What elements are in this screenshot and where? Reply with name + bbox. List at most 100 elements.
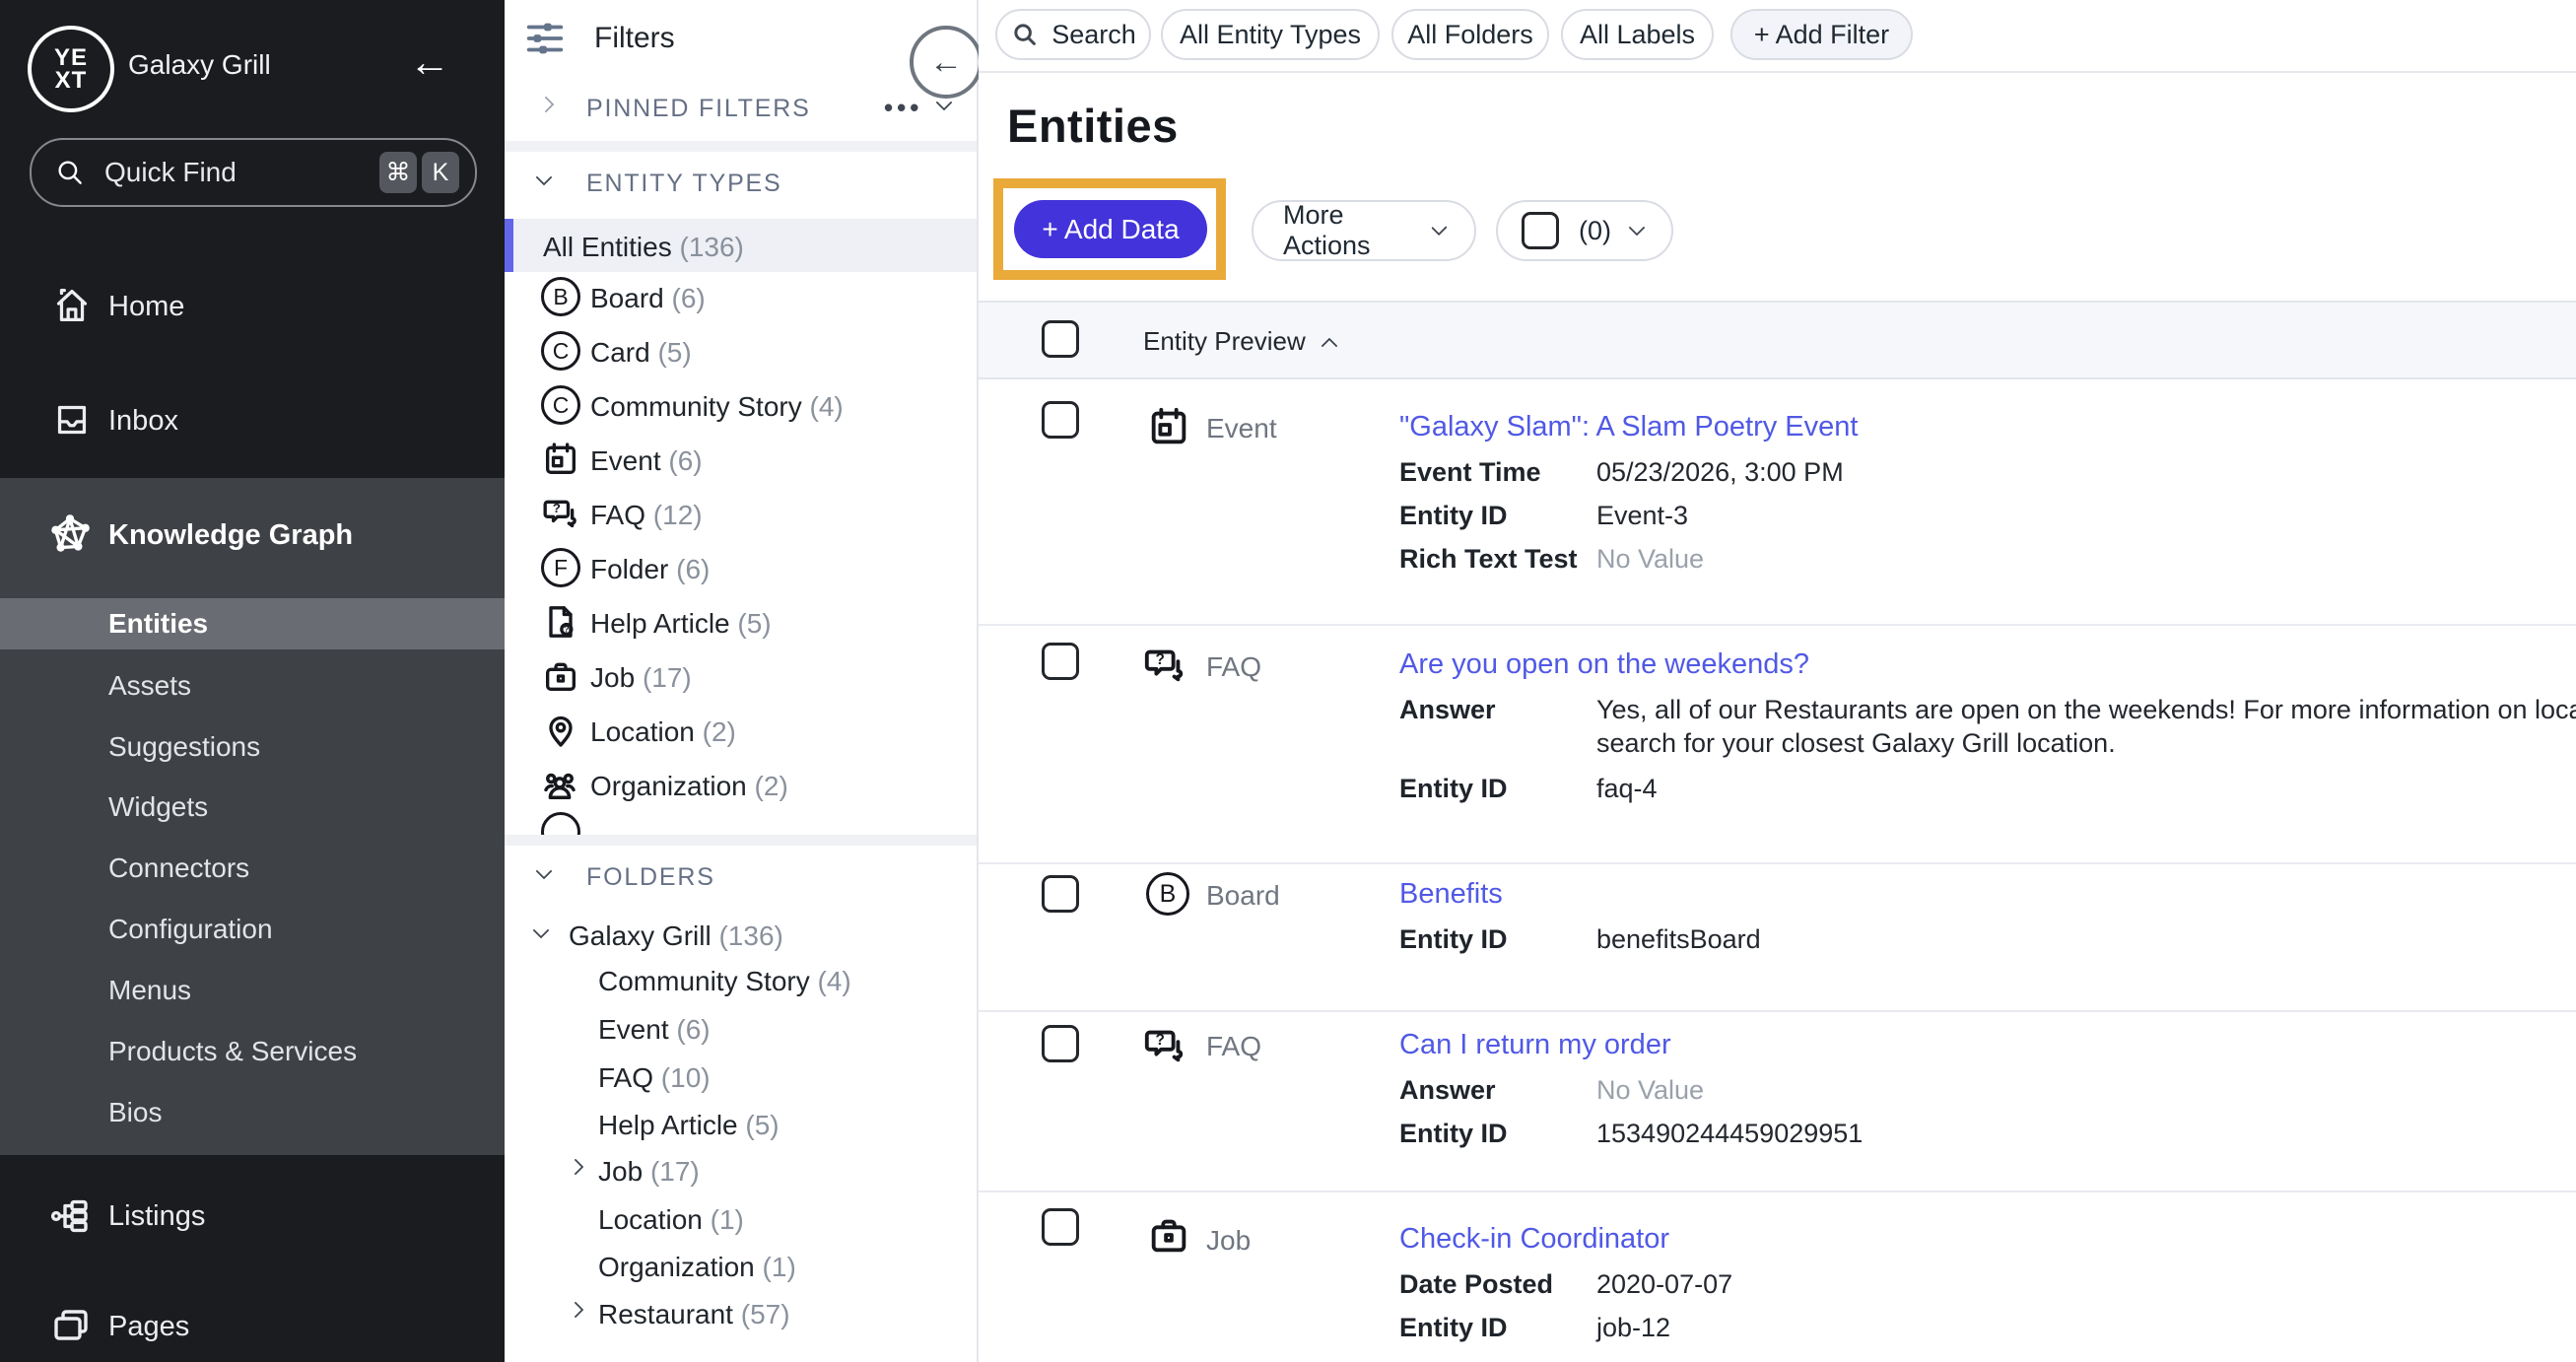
logo-text-bottom: XT — [55, 69, 88, 92]
all-entity-types-pill[interactable]: All Entity Types — [1161, 9, 1380, 60]
all-folders-pill[interactable]: All Folders — [1391, 9, 1549, 60]
entity-types-header[interactable]: ENTITY TYPES — [586, 170, 782, 198]
entity-link[interactable]: Are you open on the weekends? — [1399, 648, 1809, 681]
entity-type-help-article[interactable]: Help Article (5) — [590, 608, 772, 640]
field-value: No Value — [1596, 1075, 1704, 1106]
row-checkbox[interactable] — [1042, 875, 1079, 913]
field-label: Date Posted — [1399, 1269, 1553, 1300]
quick-find-placeholder: Quick Find — [104, 157, 237, 188]
job-folder-expand-icon[interactable] — [568, 1159, 584, 1176]
entity-type-organization[interactable]: Organization (2) — [590, 771, 788, 802]
page-title: Entities — [1007, 99, 1179, 153]
sidebar-item-widgets[interactable]: Widgets — [108, 791, 208, 823]
entity-link[interactable]: Benefits — [1399, 878, 1503, 911]
app-root: YE XT Galaxy Grill ← Quick Find ⌘ K Home… — [0, 0, 2576, 1362]
sidebar-item-inbox[interactable]: Inbox — [108, 405, 178, 438]
collapse-filters-button[interactable]: ← — [910, 26, 983, 99]
galaxy-grill-folder-collapse-icon[interactable] — [533, 922, 550, 939]
add-filter-pill[interactable]: + Add Filter — [1730, 9, 1913, 60]
row-checkbox[interactable] — [1042, 1025, 1079, 1062]
folder-type-icon: F — [541, 548, 580, 587]
field-value: 05/23/2026, 3:00 PM — [1596, 457, 1844, 488]
entity-preview-sort[interactable]: Entity Preview — [1143, 326, 1335, 357]
sidebar: YE XT Galaxy Grill ← Quick Find ⌘ K Home… — [0, 0, 505, 1362]
faq-type-icon: ? — [1142, 1023, 1187, 1068]
sidebar-item-home[interactable]: Home — [108, 291, 184, 323]
row-checkbox[interactable] — [1042, 1208, 1079, 1246]
back-arrow-icon: ← — [929, 43, 963, 82]
entity-type-all-entities[interactable]: All Entities (136) — [543, 232, 744, 263]
entity-link[interactable]: Check-in Coordinator — [1399, 1223, 1669, 1256]
sidebar-collapse-icon[interactable]: ← — [409, 39, 450, 85]
more-actions-button[interactable]: More Actions — [1252, 200, 1476, 261]
entity-type-card[interactable]: Card (5) — [590, 337, 692, 369]
entity-link[interactable]: Can I return my order — [1399, 1029, 1671, 1061]
selected-indicator-bar — [505, 219, 513, 272]
sidebar-item-configuration[interactable]: Configuration — [108, 914, 273, 945]
sidebar-item-listings[interactable]: Listings — [108, 1200, 205, 1233]
logo-text-top: YE — [54, 46, 88, 69]
filters-title: Filters — [594, 22, 675, 55]
board-type-icon: B — [541, 277, 580, 316]
folders-collapse-icon[interactable] — [536, 863, 553, 880]
folder-job[interactable]: Job (17) — [598, 1156, 700, 1188]
add-data-button[interactable]: + Add Data — [1014, 200, 1207, 258]
folder-galaxy-grill[interactable]: Galaxy Grill (136) — [569, 920, 783, 952]
folder-event[interactable]: Event (6) — [598, 1014, 711, 1046]
row-checkbox[interactable] — [1042, 401, 1079, 439]
row-entity-type: FAQ — [1206, 1031, 1261, 1062]
folder-community-story[interactable]: Community Story (4) — [598, 966, 851, 997]
sidebar-item-connectors[interactable]: Connectors — [108, 852, 249, 884]
faq-type-icon: ? — [541, 494, 580, 533]
field-label: Entity ID — [1399, 1119, 1508, 1149]
field-value: faq-4 — [1596, 774, 1658, 804]
sidebar-item-assets[interactable]: Assets — [108, 670, 191, 702]
entity-type-location[interactable]: Location (2) — [590, 716, 736, 748]
all-labels-pill[interactable]: All Labels — [1561, 9, 1714, 60]
entity-type-board[interactable]: Board (6) — [590, 283, 706, 314]
folder-faq[interactable]: FAQ (10) — [598, 1062, 711, 1094]
location-type-icon — [541, 711, 580, 750]
folder-location[interactable]: Location (1) — [598, 1204, 744, 1236]
sidebar-item-suggestions[interactable]: Suggestions — [108, 731, 260, 763]
sidebar-item-menus[interactable]: Menus — [108, 975, 191, 1006]
svg-text:?: ? — [1156, 651, 1165, 668]
entity-type-job[interactable]: Job (17) — [590, 662, 692, 694]
entity-type-community-story[interactable]: Community Story (4) — [590, 391, 844, 423]
pinned-filters-header[interactable]: PINNED FILTERS — [586, 95, 811, 123]
folder-restaurant[interactable]: Restaurant (57) — [598, 1299, 790, 1330]
folders-header[interactable]: FOLDERS — [586, 863, 715, 892]
pinned-filters-more-icon[interactable]: ••• — [884, 93, 922, 123]
sidebar-item-entities[interactable]: Entities — [108, 608, 208, 640]
yext-logo[interactable]: YE XT — [28, 26, 114, 112]
sidebar-item-pages[interactable]: Pages — [108, 1311, 189, 1343]
sidebar-selected-highlight — [0, 598, 505, 649]
search-pill[interactable]: Search — [995, 9, 1151, 60]
svg-text:?: ? — [553, 501, 561, 515]
folder-organization[interactable]: Organization (1) — [598, 1252, 796, 1283]
select-all-checkbox[interactable] — [1522, 212, 1559, 249]
pinned-filters-expand-icon[interactable] — [538, 97, 555, 113]
selection-count-button[interactable]: (0) — [1496, 200, 1673, 261]
restaurant-folder-expand-icon[interactable] — [568, 1302, 584, 1319]
field-value: Event-3 — [1596, 501, 1688, 531]
listings-icon — [47, 1192, 95, 1240]
filters-panel: Filters ← PINNED FILTERS ••• ENTITY TYPE… — [505, 0, 979, 1362]
sidebar-item-products-services[interactable]: Products & Services — [108, 1036, 357, 1067]
entity-link[interactable]: "Galaxy Slam": A Slam Poetry Event — [1399, 411, 1858, 443]
field-value: No Value — [1596, 544, 1704, 575]
k-key: K — [422, 152, 459, 193]
panel-divider — [505, 141, 977, 152]
row-checkbox[interactable] — [1042, 643, 1079, 680]
entity-type-folder[interactable]: Folder (6) — [590, 554, 710, 585]
folder-help-article[interactable]: Help Article (5) — [598, 1110, 780, 1141]
quick-find-input[interactable]: Quick Find ⌘ K — [30, 138, 477, 207]
sidebar-item-bios[interactable]: Bios — [108, 1097, 162, 1128]
sidebar-item-knowledge-graph[interactable]: Knowledge Graph — [108, 519, 353, 552]
entity-types-collapse-icon[interactable] — [536, 170, 553, 186]
entity-type-faq[interactable]: FAQ (12) — [590, 500, 703, 531]
entity-type-event[interactable]: Event (6) — [590, 445, 703, 477]
row-divider — [979, 1191, 2576, 1192]
header-checkbox[interactable] — [1042, 320, 1079, 358]
row-entity-type: Event — [1206, 413, 1277, 444]
